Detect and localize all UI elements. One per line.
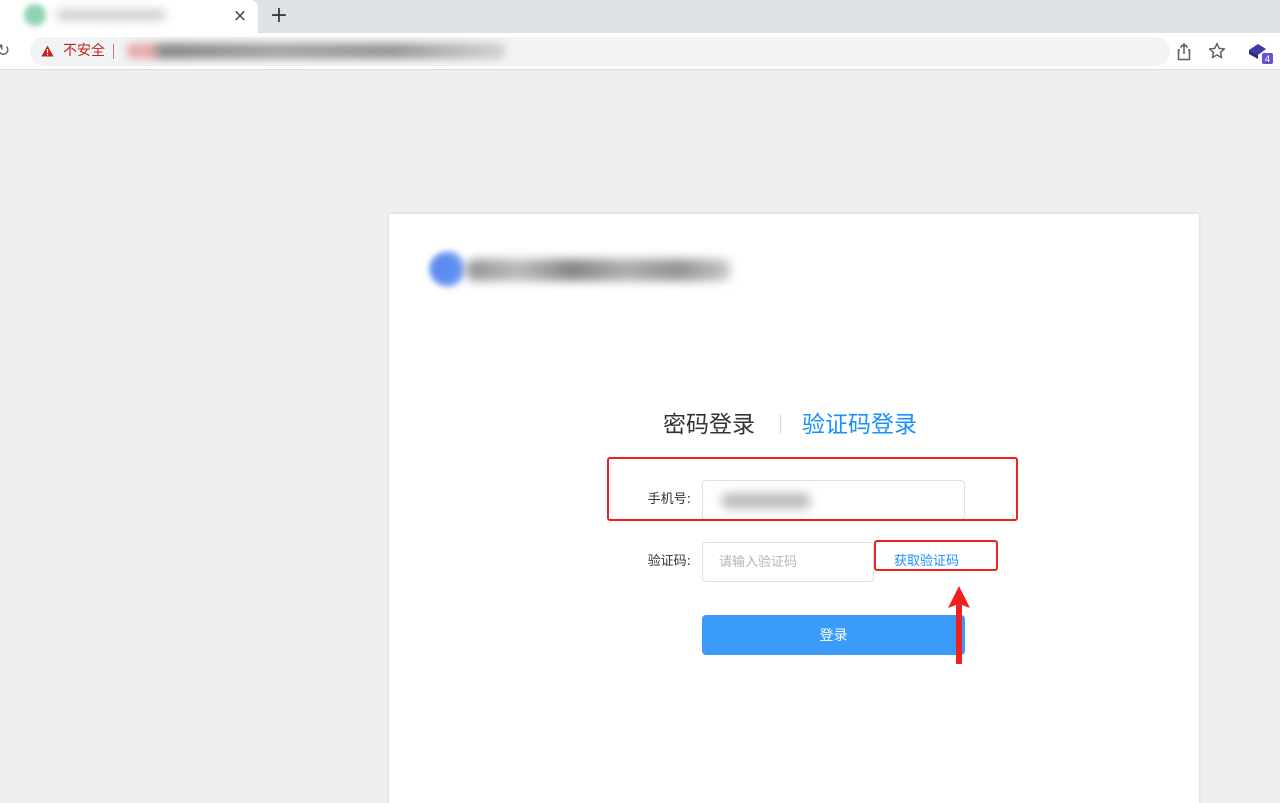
security-status-label[interactable]: 不安全 — [63, 43, 105, 60]
logo-text-redacted — [466, 259, 731, 281]
tab-title-redacted — [56, 10, 166, 20]
code-input[interactable] — [702, 542, 874, 582]
logo-icon — [429, 251, 469, 287]
browser-toolbar: ↻ 不安全 4 — [0, 33, 1280, 70]
star-icon[interactable] — [1208, 42, 1226, 60]
annotation-phone-highlight — [607, 457, 1018, 521]
code-label: 验证码: — [647, 554, 691, 569]
tab-password-login[interactable]: 密码登录 — [663, 409, 755, 441]
browser-tab[interactable]: × — [0, 0, 258, 33]
annotation-arrow-icon — [948, 586, 970, 664]
omnibox-divider — [113, 44, 114, 59]
url-redacted — [126, 43, 506, 59]
reload-icon[interactable]: ↻ — [0, 42, 14, 60]
login-button[interactable]: 登录 — [702, 615, 965, 655]
extension-badge-count: 4 — [1265, 55, 1271, 65]
login-mode-tabs: 密码登录 验证码登录 — [663, 409, 943, 441]
address-bar[interactable]: 不安全 — [30, 37, 1170, 66]
brand-logo — [411, 247, 731, 291]
share-icon[interactable] — [1175, 42, 1193, 62]
extension-icon[interactable]: 4 — [1247, 41, 1273, 65]
tab-divider — [780, 414, 781, 434]
close-tab-icon[interactable]: × — [231, 6, 249, 26]
new-tab-button[interactable]: + — [268, 4, 290, 28]
site-favicon-icon — [24, 4, 46, 26]
tab-strip: × + — [0, 0, 1280, 33]
tab-code-login[interactable]: 验证码登录 — [802, 409, 917, 441]
annotation-get-code-highlight — [874, 540, 998, 571]
warning-triangle-icon — [41, 45, 54, 57]
